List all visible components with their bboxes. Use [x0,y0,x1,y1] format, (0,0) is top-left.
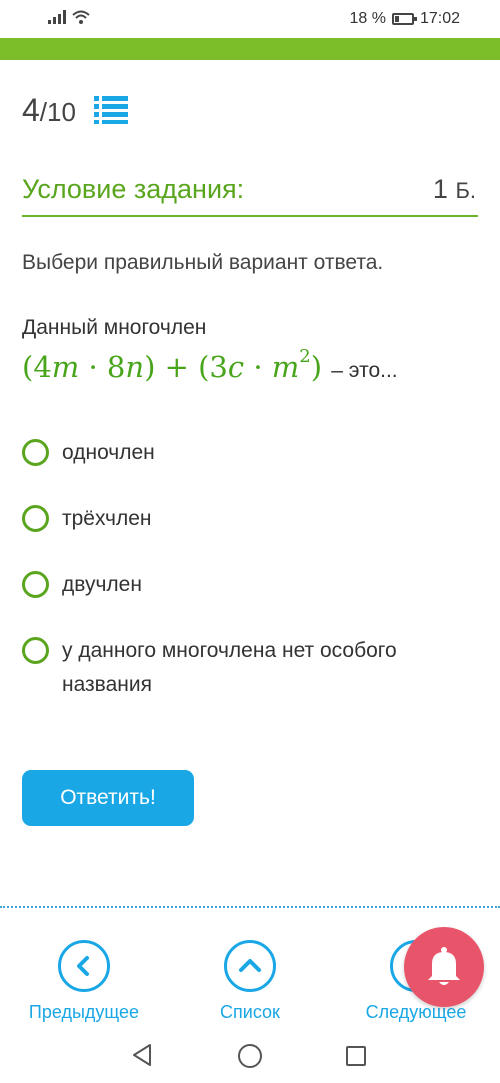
question-tail: – это... [331,359,398,382]
system-nav-bar [0,1028,500,1083]
wifi-icon [72,10,90,24]
radio-button[interactable] [22,439,49,466]
title-divider [22,215,478,217]
list-label: Список [220,1002,280,1022]
prev-label: Предыдущее [28,1002,140,1022]
task-title: Условие задания: [22,174,245,204]
battery-percent: 18 % [349,10,386,27]
points-value: 1 [432,174,448,204]
option-1[interactable]: одночлен [22,439,462,470]
radio-button[interactable] [22,571,49,598]
list-button[interactable]: Список [190,940,310,1023]
battery-icon [391,13,417,25]
total-questions: /10 [39,97,76,127]
status-bar: 18 % 17:02 [0,0,500,38]
clock: 17:02 [419,10,460,27]
option-4[interactable]: у данного многочлена нет особого названи… [22,637,462,702]
current-question: 4 [22,92,40,128]
recent-apps-icon[interactable] [346,1046,366,1066]
instruction-text: Выбери правильный вариант ответа. [22,251,384,274]
option-3[interactable]: двучлен [22,571,462,602]
prev-button[interactable]: Предыдущее [24,940,144,1023]
question-head: Данный многочлен [22,316,207,339]
option-label: у данного многочлена нет особого названи… [62,639,397,696]
task-points: 1 Б. [433,174,476,205]
bell-icon [428,947,460,985]
radio-button[interactable] [22,637,49,664]
progress-bar [0,38,500,60]
answer-button[interactable]: Ответить! [22,770,194,826]
option-label: двучлен [62,573,142,596]
list-icon[interactable] [94,96,128,124]
back-icon[interactable] [130,1042,154,1068]
home-icon[interactable] [238,1044,262,1068]
option-2[interactable]: трёхчлен [22,505,462,536]
radio-button[interactable] [22,505,49,532]
option-label: трёхчлен [62,507,152,530]
dotted-divider [0,906,500,908]
question-counter: 4 /10 [22,92,76,129]
points-unit: Б. [455,178,476,203]
question-formula: (4m · 8n) + (3c · m2) – это... [22,346,398,384]
signal-icon [48,10,66,24]
notification-button[interactable] [404,927,484,1007]
chevron-left-icon[interactable] [58,940,110,992]
option-label: одночлен [62,441,155,464]
chevron-up-icon[interactable] [224,940,276,992]
